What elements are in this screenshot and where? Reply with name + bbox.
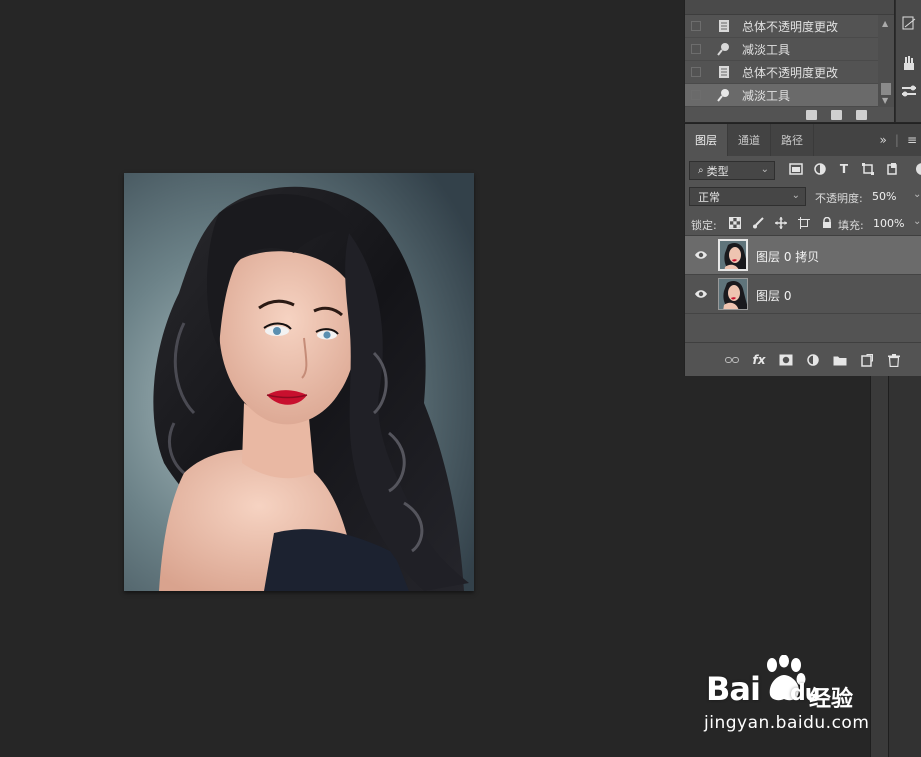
lock-all-icon[interactable] — [820, 216, 834, 230]
watermark-brand-bai: Bai — [706, 670, 761, 708]
add-mask-icon[interactable] — [779, 353, 793, 367]
history-checkbox[interactable] — [691, 44, 701, 54]
scroll-down-icon[interactable]: ▼ — [882, 96, 888, 105]
lock-position-icon[interactable] — [774, 216, 788, 230]
scroll-thumb[interactable] — [881, 83, 891, 95]
layers-panel-tabbar: 图层 通道 路径 » | ≡ — [685, 124, 921, 156]
watermark-chinese: 经验 — [809, 687, 854, 712]
layer-row-selected[interactable]: 图层 0 拷贝 — [685, 236, 921, 275]
history-item-label: 总体不透明度更改 — [742, 19, 839, 34]
portrait-photo — [124, 173, 474, 591]
history-item-label: 减淡工具 — [742, 88, 791, 103]
panel-icon-column — [895, 0, 921, 122]
tab-paths[interactable]: 路径 — [771, 124, 814, 156]
layer-thumbnail[interactable] — [718, 278, 748, 310]
lock-artboard-icon[interactable] — [797, 216, 811, 230]
blend-mode-select[interactable]: 正常 ⌄ — [689, 187, 806, 206]
eye-visibility-icon[interactable] — [694, 288, 708, 300]
eye-visibility-icon[interactable] — [694, 249, 708, 261]
lock-icons — [728, 216, 834, 230]
chevron-down-icon: ⌄ — [760, 164, 769, 175]
photoshop-workspace: 总体不透明度更改 减淡工具 总体不透明度更改 减淡工具 ▲ ▼ 图层 通道 路径… — [0, 0, 921, 757]
fx-layer-style-icon[interactable]: fx — [752, 353, 766, 367]
trash-icon[interactable] — [887, 353, 901, 367]
document-canvas[interactable] — [124, 173, 474, 591]
history-footer — [685, 108, 895, 122]
opacity-dropdown-icon[interactable]: ⌄ — [913, 189, 921, 200]
properties-icon[interactable] — [900, 14, 918, 32]
filter-kind-value: 类型 — [706, 164, 729, 178]
watermark-url: jingyan.baidu.com — [704, 713, 870, 733]
panel-menu-icon[interactable]: ≡ — [907, 133, 917, 147]
smart-object-filter-icon[interactable] — [885, 162, 899, 176]
history-scrollbar[interactable]: ▲ ▼ — [878, 15, 894, 107]
search-icon: ⌕ — [698, 165, 704, 176]
new-layer-icon[interactable] — [860, 353, 874, 367]
type-filter-icon[interactable]: T — [837, 162, 851, 176]
layers-footer-icons: fx — [725, 353, 901, 367]
collapse-panels-icon[interactable]: » — [880, 133, 887, 147]
layers-panel-footer: fx — [685, 342, 921, 376]
new-document-from-state-icon[interactable] — [806, 110, 817, 120]
fill-label: 填充: — [838, 219, 864, 232]
link-layers-icon[interactable] — [725, 353, 739, 367]
tab-divider: | — [894, 133, 899, 147]
opacity-label: 不透明度: — [815, 192, 863, 205]
lock-label: 锁定: — [691, 219, 717, 232]
lock-transparent-pixels-icon[interactable] — [728, 216, 742, 230]
scroll-up-icon[interactable]: ▲ — [882, 19, 888, 28]
history-item[interactable]: 减淡工具 — [685, 38, 894, 61]
dodge-tool-icon — [715, 41, 733, 57]
fill-dropdown-icon[interactable]: ⌄ — [913, 216, 921, 227]
baidu-jingyan-watermark: Bai du 经验 jingyan.baidu.com — [704, 655, 879, 745]
panel-tab-tools: » | ≡ — [880, 124, 921, 156]
chevron-down-icon: ⌄ — [791, 190, 800, 201]
layer-name[interactable]: 图层 0 拷贝 — [756, 248, 819, 265]
image-filter-icon[interactable] — [789, 162, 803, 176]
history-item-label: 总体不透明度更改 — [742, 65, 839, 80]
opacity-input[interactable]: 50% — [872, 190, 896, 203]
layer-row[interactable]: 图层 0 — [685, 275, 921, 314]
history-item[interactable]: 总体不透明度更改 — [685, 15, 894, 38]
history-item-selected[interactable]: 减淡工具 — [685, 84, 894, 107]
lock-image-pixels-icon[interactable] — [751, 216, 765, 230]
adjustment-filter-icon[interactable] — [813, 162, 827, 176]
adjustment-layer-icon[interactable] — [806, 353, 820, 367]
tab-channels[interactable]: 通道 — [728, 124, 771, 156]
history-panel-header — [685, 0, 894, 15]
filter-toggle-icon[interactable] — [916, 163, 921, 175]
blend-mode-value: 正常 — [698, 190, 720, 204]
adjustments-sliders-icon[interactable] — [900, 82, 918, 100]
brush-settings-icon[interactable] — [900, 54, 918, 72]
layer-filter-icons: T — [789, 162, 899, 176]
layer-name[interactable]: 图层 0 — [756, 287, 791, 304]
history-checkbox[interactable] — [691, 90, 701, 100]
layer-filter-row: ⌕ 类型 ⌄ T — [685, 156, 921, 184]
dodge-tool-icon — [715, 87, 733, 103]
tab-layers[interactable]: 图层 — [685, 124, 728, 156]
history-checkbox[interactable] — [691, 21, 701, 31]
trash-icon[interactable] — [856, 110, 867, 120]
filter-kind-select[interactable]: ⌕ 类型 ⌄ — [689, 161, 775, 180]
document-icon — [715, 18, 733, 34]
lock-fill-row: 锁定: 填充: 100% ⌄ — [685, 211, 921, 236]
fill-input[interactable]: 100% — [873, 217, 904, 230]
history-panel: 总体不透明度更改 减淡工具 总体不透明度更改 减淡工具 ▲ ▼ — [684, 0, 894, 122]
watermark-brand: Bai du — [706, 670, 820, 708]
history-checkbox[interactable] — [691, 67, 701, 77]
layers-panel: 图层 通道 路径 » | ≡ ⌕ 类型 ⌄ T 正常 ⌄ 不透明度: 50% ⌄… — [684, 123, 921, 376]
history-item-label: 减淡工具 — [742, 42, 791, 57]
layer-thumbnail[interactable] — [718, 239, 748, 271]
camera-snapshot-icon[interactable] — [831, 110, 842, 120]
blend-opacity-row: 正常 ⌄ 不透明度: 50% ⌄ — [685, 184, 921, 211]
shape-filter-icon[interactable] — [861, 162, 875, 176]
document-icon — [715, 64, 733, 80]
folder-group-icon[interactable] — [833, 353, 847, 367]
history-item[interactable]: 总体不透明度更改 — [685, 61, 894, 84]
